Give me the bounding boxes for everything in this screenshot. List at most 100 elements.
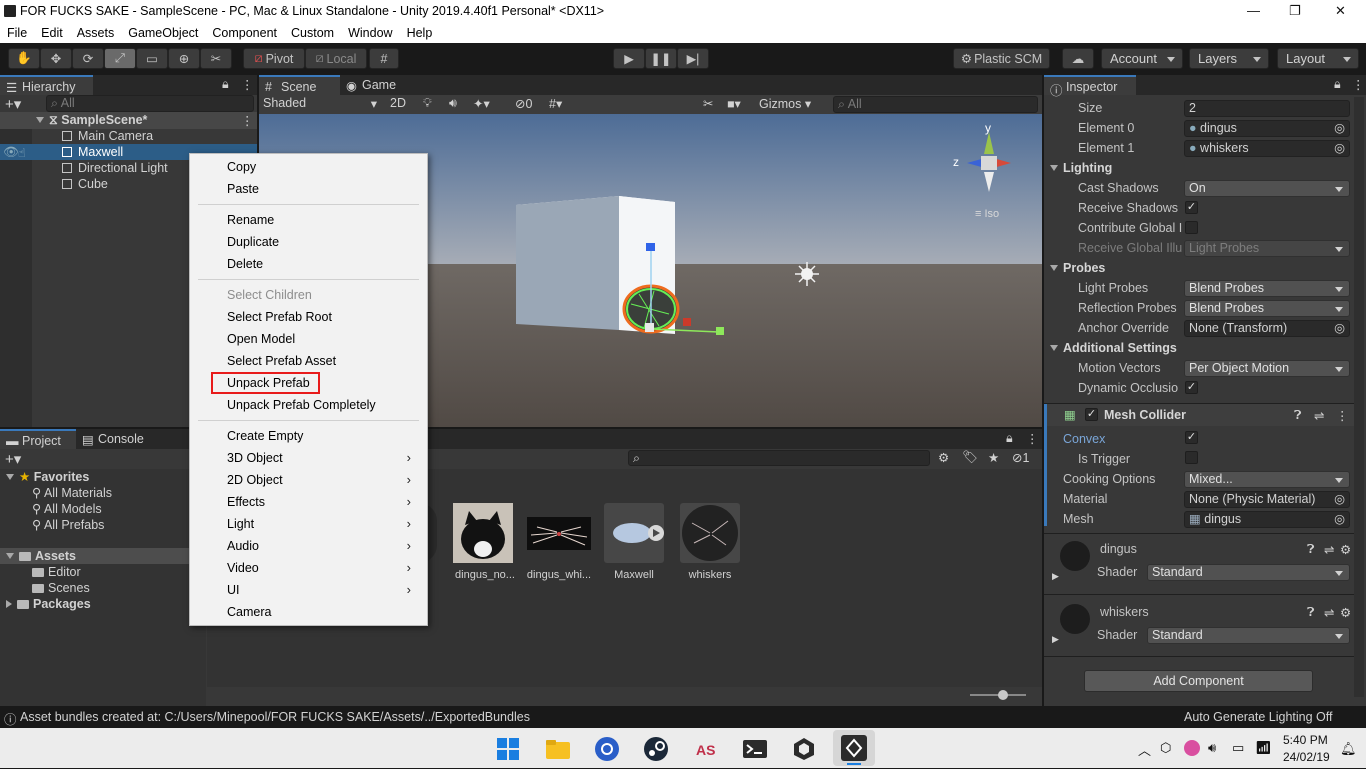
lock-icon[interactable]: 🔒︎ xyxy=(1334,77,1341,92)
dynamic-occlusion-checkbox[interactable]: ✓ xyxy=(1185,381,1198,394)
hand-tool-icon[interactable]: ✋ xyxy=(8,48,40,69)
tab-console[interactable]: ▤ Console xyxy=(76,429,160,449)
menu-item-rename[interactable]: Rename xyxy=(227,213,274,227)
maximize-button[interactable]: ❐ xyxy=(1289,3,1301,19)
tray-unity-icon[interactable]: ⬡ xyxy=(1160,740,1171,756)
auto-lighting-status[interactable]: Auto Generate Lighting Off xyxy=(1184,710,1332,724)
fav-all-materials[interactable]: ⚲ All Materials xyxy=(32,485,112,501)
menu-item-duplicate[interactable]: Duplicate xyxy=(227,235,279,249)
hidden-packages-icon[interactable]: ⊘1 xyxy=(1012,450,1029,465)
tray-app-icon[interactable] xyxy=(1184,740,1200,756)
hierarchy-search-input[interactable]: ⌕ All xyxy=(46,95,254,112)
folder-scenes[interactable]: Scenes xyxy=(32,580,90,596)
menu-custom[interactable]: Custom xyxy=(284,26,341,40)
pivot-toggle[interactable]: ⧄ Pivot xyxy=(243,48,305,69)
object-picker-icon[interactable]: ◎ xyxy=(1334,141,1345,156)
menu-help[interactable]: Help xyxy=(400,26,440,40)
menu-item-unpack-prefab[interactable]: Unpack Prefab xyxy=(227,376,310,390)
camera-icon[interactable]: ■▾ xyxy=(727,96,741,111)
effects-toggle-icon[interactable]: ✦▾ xyxy=(473,96,490,111)
shading-mode-dropdown[interactable]: Shaded ▾ xyxy=(263,96,379,113)
packages-row[interactable]: Packages xyxy=(6,596,91,612)
help-icon[interactable]: ❓︎ xyxy=(1307,542,1315,557)
menu-component[interactable]: Component xyxy=(205,26,284,40)
menu-item-effects[interactable]: Effects xyxy=(227,495,265,509)
object-picker-icon[interactable]: ◎ xyxy=(1334,121,1345,136)
menu-window[interactable]: Window xyxy=(341,26,399,40)
wifi-icon[interactable]: 📶︎ xyxy=(1255,740,1272,756)
mesh-collider-enabled-checkbox[interactable]: ✓ xyxy=(1085,408,1098,421)
filter-label-icon[interactable]: 🏷︎ xyxy=(962,450,978,465)
tools-icon[interactable]: ✂ xyxy=(703,96,713,111)
inspector-scrollbar[interactable] xyxy=(1354,97,1364,697)
cloud-icon[interactable]: ☁ xyxy=(1062,48,1094,69)
clock-time[interactable]: 5:40 PM xyxy=(1283,733,1328,747)
light-probes-dropdown[interactable]: Blend Probes xyxy=(1184,280,1350,297)
tab-game[interactable]: ◉ Game xyxy=(340,75,415,95)
menu-item-2d-object[interactable]: 2D Object xyxy=(227,473,283,487)
menu-gameobject[interactable]: GameObject xyxy=(121,26,205,40)
transform-tool-icon[interactable]: ⊕ xyxy=(168,48,200,69)
gear-icon[interactable]: ⚙ xyxy=(1340,605,1351,620)
unity-editor-taskbar-button[interactable] xyxy=(833,730,875,766)
notification-bell-icon[interactable]: 🔔︎ xyxy=(1340,741,1357,757)
asset-thumb-maxwell[interactable] xyxy=(604,503,664,563)
scene-menu-icon[interactable]: ⋮ xyxy=(241,113,254,128)
element1-field[interactable]: ● whiskers ◎ xyxy=(1184,140,1350,157)
asset-thumb-dingus-whiskers[interactable] xyxy=(527,517,591,550)
battery-icon[interactable]: ▭ xyxy=(1232,740,1244,756)
menu-edit[interactable]: Edit xyxy=(34,26,70,40)
project-search-input[interactable]: ⌕ xyxy=(628,450,930,466)
help-icon[interactable]: ❓︎ xyxy=(1294,408,1302,423)
reflection-probes-dropdown[interactable]: Blend Probes xyxy=(1184,300,1350,317)
more-options-icon[interactable]: ⋮ xyxy=(1026,431,1039,446)
menu-item-paste[interactable]: Paste xyxy=(227,182,259,196)
expand-arrow-icon[interactable]: ▶ xyxy=(1052,634,1059,645)
menu-item-unpack-prefab-completely[interactable]: Unpack Prefab Completely xyxy=(227,398,376,412)
settings-icon[interactable]: ⇌ xyxy=(1314,408,1324,423)
menu-item-create-empty[interactable]: Create Empty xyxy=(227,429,303,443)
menu-item-camera[interactable]: Camera xyxy=(227,605,271,619)
tab-scene[interactable]: # Scene xyxy=(259,75,340,95)
slider-thumb[interactable] xyxy=(998,690,1008,700)
object-picker-icon[interactable]: ◎ xyxy=(1334,321,1345,336)
hidden-objects-icon[interactable]: ⊘0 xyxy=(515,96,532,111)
menu-item-light[interactable]: Light xyxy=(227,517,254,531)
filter-type-icon[interactable]: ⚙ xyxy=(938,450,949,465)
2d-toggle[interactable]: 2D xyxy=(387,96,409,113)
hierarchy-item-cube[interactable]: Cube xyxy=(62,176,108,192)
shader1-dropdown[interactable]: Standard xyxy=(1147,564,1350,581)
menu-item-copy[interactable]: Copy xyxy=(227,160,256,174)
tab-inspector[interactable]: ⓘ Inspector xyxy=(1044,75,1136,98)
is-trigger-checkbox[interactable] xyxy=(1185,451,1198,464)
receive-shadows-checkbox[interactable]: ✓ xyxy=(1185,201,1198,214)
component-menu-icon[interactable]: ⋮ xyxy=(1336,408,1349,423)
contribute-gi-checkbox[interactable] xyxy=(1185,221,1198,234)
aseprite-icon[interactable]: AS xyxy=(693,736,719,762)
cooking-options-dropdown[interactable]: Mixed... xyxy=(1184,471,1350,488)
grid-snap-icon[interactable]: # xyxy=(369,48,399,69)
menu-item-ui[interactable]: UI xyxy=(227,583,240,597)
menu-item-select-prefab-asset[interactable]: Select Prefab Asset xyxy=(227,354,336,368)
assets-row[interactable]: Assets xyxy=(6,548,76,564)
menu-assets[interactable]: Assets xyxy=(70,26,122,40)
account-dropdown[interactable]: Account xyxy=(1101,48,1183,69)
convex-checkbox[interactable]: ✓ xyxy=(1185,431,1198,444)
lock-icon[interactable]: 🔒︎ xyxy=(222,77,229,92)
shader2-dropdown[interactable]: Standard xyxy=(1147,627,1350,644)
menu-item-open-model[interactable]: Open Model xyxy=(227,332,295,346)
hierarchy-item-main-camera[interactable]: Main Camera xyxy=(62,128,153,144)
favorite-star-icon[interactable]: ★ xyxy=(988,450,999,465)
additional-settings-foldout[interactable]: Additional Settings xyxy=(1050,341,1177,355)
anchor-override-field[interactable]: None (Transform) ◎ xyxy=(1184,320,1350,337)
asset-thumb-dingus-normal[interactable] xyxy=(453,503,513,563)
fav-all-prefabs[interactable]: ⚲ All Prefabs xyxy=(32,517,104,533)
volume-icon[interactable]: 🔊︎ xyxy=(1208,740,1216,756)
element0-field[interactable]: ● dingus ◎ xyxy=(1184,120,1350,137)
help-icon[interactable]: ❓︎ xyxy=(1307,605,1315,620)
cast-shadows-dropdown[interactable]: On xyxy=(1184,180,1350,197)
fav-all-models[interactable]: ⚲ All Models xyxy=(32,501,102,517)
folder-editor[interactable]: Editor xyxy=(32,564,81,580)
plastic-scm-button[interactable]: ⚙ Plastic SCM xyxy=(953,48,1050,69)
expand-arrow-icon[interactable]: ▶ xyxy=(1052,571,1059,582)
